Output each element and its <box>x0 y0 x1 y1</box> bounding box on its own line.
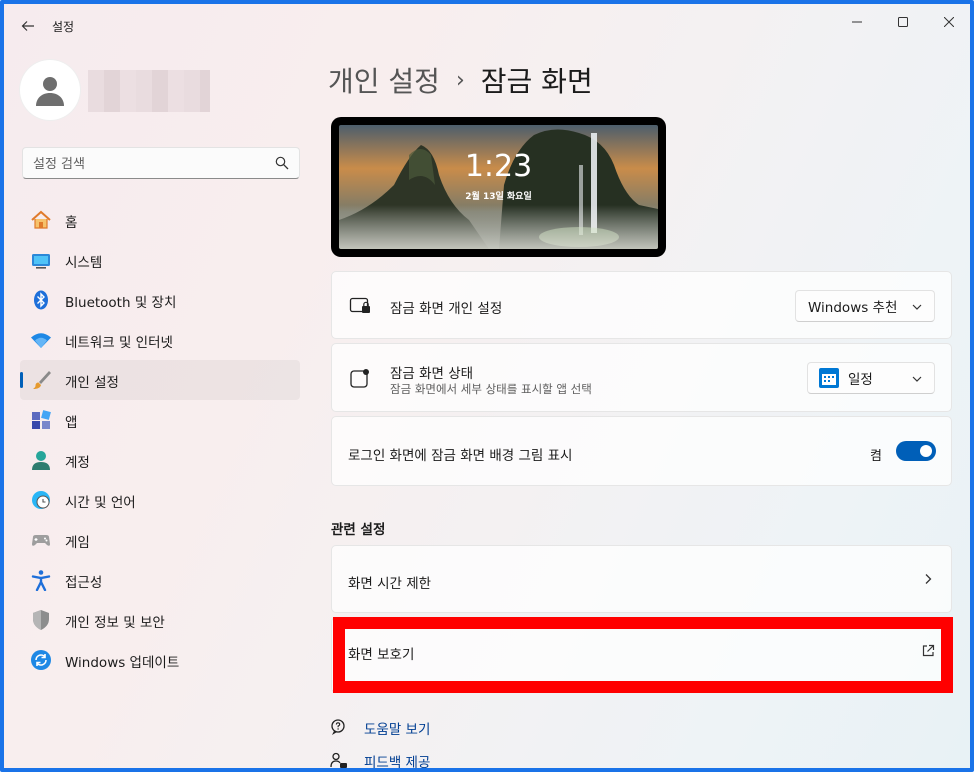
back-button[interactable] <box>14 14 42 38</box>
feedback-link[interactable]: 피드백 제공 <box>329 750 431 771</box>
sidebar-item-time-language[interactable]: 시간 및 언어 <box>20 480 300 520</box>
dropdown-value: Windows 추천 <box>808 300 898 316</box>
clock-globe-icon <box>30 489 52 511</box>
sidebar-item-windows-update[interactable]: Windows 업데이트 <box>20 640 300 680</box>
breadcrumb: 개인 설정 › 잠금 화면 <box>328 60 593 100</box>
screen-timeout-label: 화면 시간 제한 <box>348 576 432 592</box>
related-settings-heading: 관련 설정 <box>331 522 386 538</box>
maximize-icon <box>898 17 908 27</box>
person-icon <box>36 77 64 106</box>
sidebar-item-privacy-security[interactable]: 개인 정보 및 보안 <box>20 600 300 640</box>
toggle-state-label: 켬 <box>870 449 882 464</box>
lock-personalize-dropdown[interactable]: Windows 추천 <box>795 290 935 322</box>
app-title: 설정 <box>52 20 75 34</box>
sidebar-item-label: 접근성 <box>65 575 103 591</box>
signin-background-toggle[interactable] <box>896 441 936 461</box>
sidebar-item-label: 네트워크 및 인터넷 <box>65 335 173 351</box>
lock-screen-personalize-card[interactable]: 잠금 화면 개인 설정 Windows 추천 <box>331 271 952 339</box>
settings-window: 설정 홈 <box>0 0 974 772</box>
get-help-link[interactable]: 도움말 보기 <box>329 717 430 739</box>
minimize-icon <box>852 21 862 23</box>
landscape-image <box>339 125 658 249</box>
screen-timeout-card[interactable]: 화면 시간 제한 <box>331 545 952 613</box>
apps-icon <box>30 409 52 431</box>
sidebar-item-home[interactable]: 홈 <box>20 200 300 240</box>
toggle-knob <box>920 445 932 457</box>
lock-screen-preview: 1:23 2월 13일 화요일 <box>331 117 666 257</box>
sidebar-item-network[interactable]: 네트워크 및 인터넷 <box>20 320 300 360</box>
shield-icon <box>30 609 52 631</box>
feedback-icon <box>329 751 349 768</box>
sidebar-item-system[interactable]: 시스템 <box>20 240 300 280</box>
minimize-button[interactable] <box>834 8 880 36</box>
page-title: 잠금 화면 <box>480 65 593 98</box>
lock-screen-image-icon <box>348 294 372 318</box>
sidebar-item-bluetooth[interactable]: Bluetooth 및 장치 <box>20 280 300 320</box>
lock-screen-status-card[interactable]: 잠금 화면 상태 잠금 화면에서 세부 상태를 표시할 앱 선택 일정 <box>331 343 952 412</box>
close-icon <box>944 17 954 27</box>
lock-status-title: 잠금 화면 상태 <box>390 366 474 382</box>
search-icon[interactable] <box>275 156 289 170</box>
preview-date: 2월 13일 화요일 <box>465 192 532 202</box>
sidebar-item-label: Windows 업데이트 <box>65 655 180 671</box>
title-bar: 설정 <box>4 4 970 48</box>
profile-name-blurred <box>88 70 210 112</box>
sidebar-item-label: 시간 및 언어 <box>65 495 136 511</box>
search-box[interactable] <box>22 147 300 179</box>
calendar-icon <box>818 367 840 389</box>
sidebar-item-personalization[interactable]: 개인 설정 <box>20 360 300 400</box>
sidebar-item-accounts[interactable]: 계정 <box>20 440 300 480</box>
signin-background-title: 로그인 화면에 잠금 화면 배경 그림 표시 <box>348 448 573 464</box>
paintbrush-icon <box>30 369 52 391</box>
get-help-label: 도움말 보기 <box>364 722 431 738</box>
status-icon <box>348 366 372 390</box>
lock-screen-preview-image: 1:23 2월 13일 화요일 <box>339 125 658 249</box>
gamepad-icon <box>30 529 52 551</box>
chevron-down-icon <box>912 376 922 382</box>
accessibility-icon <box>30 569 52 591</box>
signin-background-card: 로그인 화면에 잠금 화면 배경 그림 표시 켬 <box>331 416 952 486</box>
bluetooth-icon <box>30 289 52 311</box>
arrow-left-icon <box>21 21 34 31</box>
lock-status-dropdown[interactable]: 일정 <box>807 362 935 394</box>
update-icon <box>30 649 52 671</box>
chevron-right-icon <box>925 574 932 584</box>
sidebar-item-label: 개인 정보 및 보안 <box>65 615 165 631</box>
breadcrumb-parent[interactable]: 개인 설정 <box>328 60 440 100</box>
maximize-button[interactable] <box>880 8 926 36</box>
sidebar-item-label: 홈 <box>65 215 78 231</box>
preview-time: 1:23 <box>464 149 533 184</box>
account-icon <box>30 449 52 471</box>
sidebar-item-label: 시스템 <box>65 255 103 271</box>
chevron-down-icon <box>912 304 922 310</box>
sidebar-item-label: 게임 <box>65 535 90 551</box>
dropdown-value: 일정 <box>848 372 873 388</box>
sidebar-item-label: 앱 <box>65 415 78 431</box>
help-icon <box>329 718 349 738</box>
feedback-label: 피드백 제공 <box>364 755 431 771</box>
sidebar-item-label: 개인 설정 <box>65 375 119 391</box>
wifi-icon <box>30 329 52 351</box>
sidebar-item-label: 계정 <box>65 455 90 471</box>
sidebar-item-apps[interactable]: 앱 <box>20 400 300 440</box>
search-input[interactable] <box>33 154 273 174</box>
highlight-box <box>333 617 953 693</box>
home-icon <box>30 209 52 231</box>
sidebar-nav: 홈 시스템 Bluetooth 및 장치 네트워크 및 인터넷 개인 설정 앱 … <box>20 200 300 680</box>
close-button[interactable] <box>926 8 970 36</box>
lock-status-subtitle: 잠금 화면에서 세부 상태를 표시할 앱 선택 <box>390 382 592 396</box>
sidebar-item-label: Bluetooth 및 장치 <box>65 295 177 311</box>
breadcrumb-separator: › <box>455 67 465 93</box>
avatar[interactable] <box>20 60 80 120</box>
sidebar-item-accessibility[interactable]: 접근성 <box>20 560 300 600</box>
system-display-icon <box>30 249 52 271</box>
lock-personalize-title: 잠금 화면 개인 설정 <box>390 301 503 317</box>
sidebar-item-gaming[interactable]: 게임 <box>20 520 300 560</box>
